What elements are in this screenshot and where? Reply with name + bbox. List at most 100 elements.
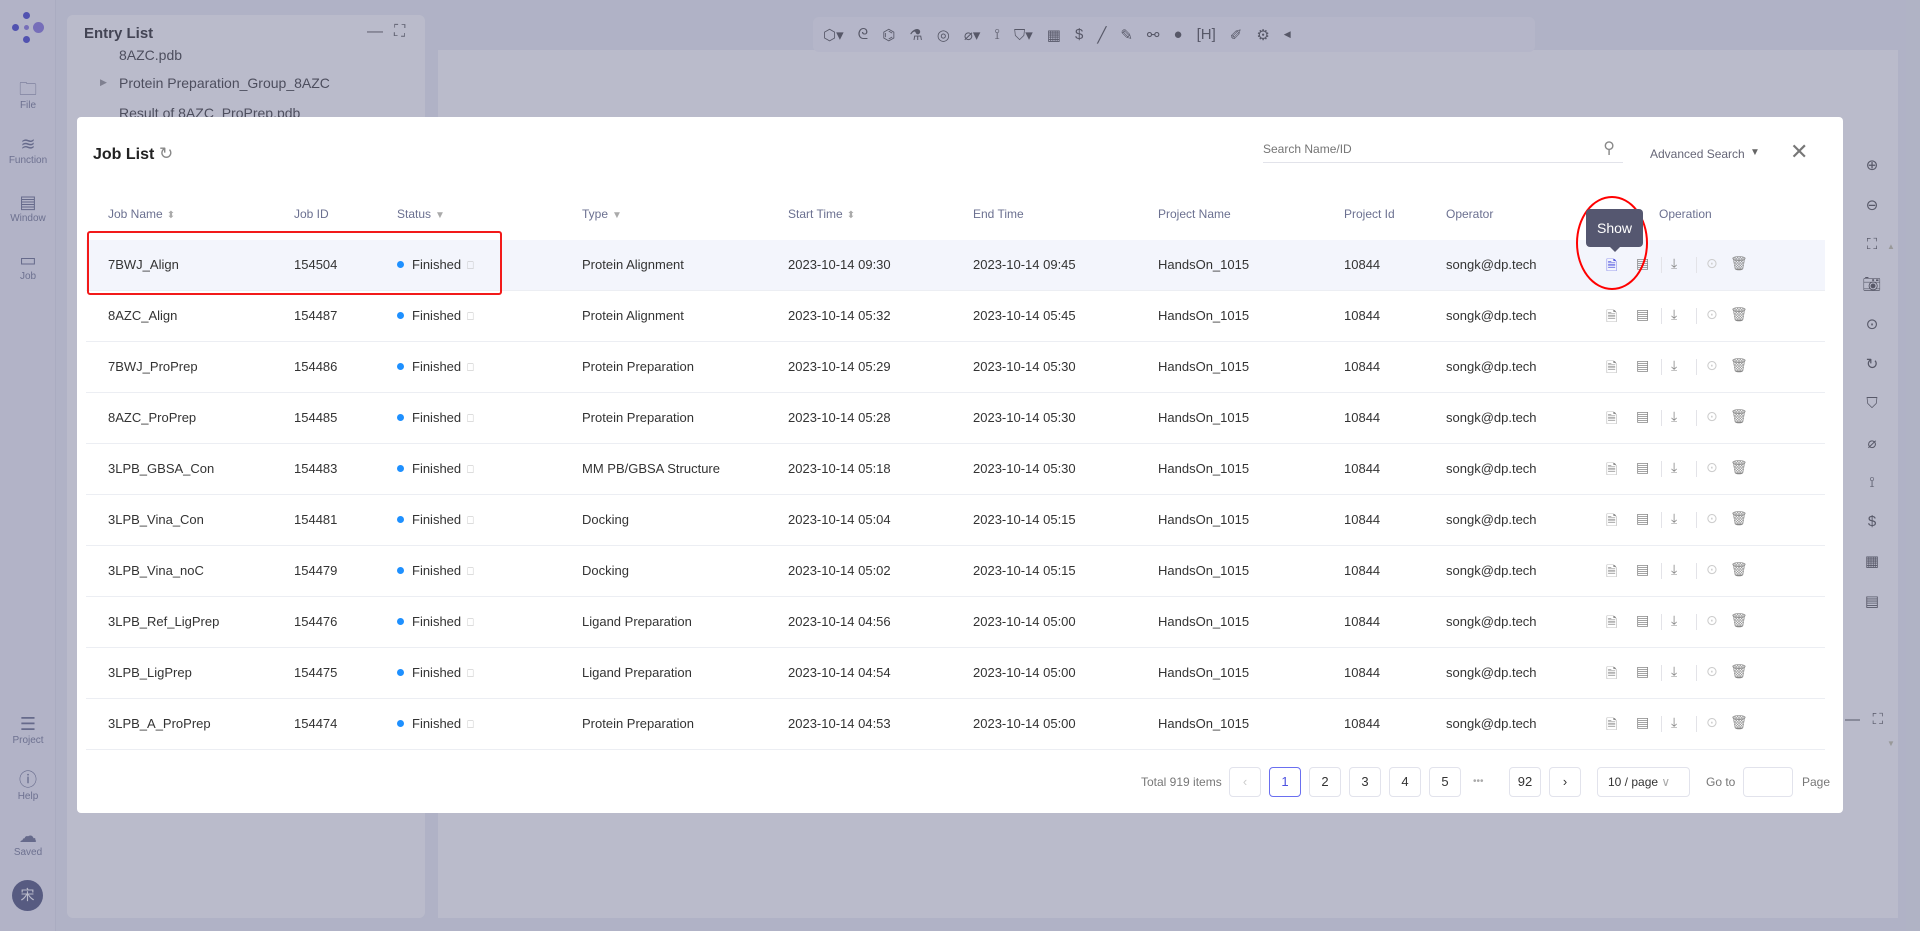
delete-icon[interactable]: 🗑︎: [1730, 357, 1748, 374]
page-button[interactable]: 2: [1309, 767, 1341, 797]
status-badge: Finished: [412, 563, 462, 578]
table-row[interactable]: 3LPB_Ref_LigPrep 154476 Finished ⎕ Ligand Pr…: [86, 597, 1825, 648]
table-row[interactable]: 8AZC_Align 154487 Finished ⎕ Protein Alignme…: [86, 291, 1825, 342]
delete-icon[interactable]: 🗑︎: [1730, 408, 1748, 425]
table-row[interactable]: 3LPB_A_ProPrep 154474 Finished ⎕ Protein Pre…: [86, 699, 1825, 750]
show-result-icon[interactable]: 🗎: [1606, 612, 1617, 636]
search-input[interactable]: [1263, 137, 1583, 156]
table-row[interactable]: 3LPB_Vina_Con 154481 Finished ⎕ Docking 2023-…: [86, 495, 1825, 546]
delete-icon[interactable]: 🗑︎: [1730, 663, 1748, 680]
show-result-icon[interactable]: 🗎: [1606, 459, 1617, 483]
show-result-icon[interactable]: 🗎: [1606, 663, 1617, 687]
log-icon[interactable]: ⎕: [467, 515, 474, 527]
page-button[interactable]: 92: [1509, 767, 1541, 797]
stop-icon[interactable]: ⊙: [1706, 663, 1718, 680]
cell: 7BWJ_ProPrep: [108, 359, 198, 374]
table-row[interactable]: 7BWJ_ProPrep 154486 Finished ⎕ Protein Prepa…: [86, 342, 1825, 393]
status-dot: [397, 363, 404, 371]
log-icon[interactable]: ⎕: [467, 668, 474, 680]
log-icon[interactable]: ⎕: [467, 464, 474, 476]
log-file-icon[interactable]: ▤: [1636, 357, 1649, 374]
page-button[interactable]: 5: [1429, 767, 1461, 797]
advanced-search-button[interactable]: Advanced Search: [1650, 147, 1745, 161]
log-file-icon[interactable]: ▤: [1636, 459, 1649, 476]
log-file-icon[interactable]: ▤: [1636, 510, 1649, 527]
download-icon[interactable]: ⤓: [1671, 561, 1677, 578]
page-button[interactable]: 4: [1389, 767, 1421, 797]
log-file-icon[interactable]: ▤: [1636, 714, 1649, 731]
ellipsis[interactable]: •••: [1473, 767, 1484, 797]
page-size-select[interactable]: 10 / page ∨: [1597, 767, 1690, 797]
log-file-icon[interactable]: ▤: [1636, 408, 1649, 425]
stop-icon[interactable]: ⊙: [1706, 357, 1718, 374]
stop-icon[interactable]: ⊙: [1706, 714, 1718, 731]
sort-icon[interactable]: ⬍: [167, 210, 175, 221]
stop-icon[interactable]: ⊙: [1706, 612, 1718, 629]
page-button[interactable]: 1: [1269, 767, 1301, 797]
cell: 2023-10-14 05:29: [788, 359, 891, 374]
column-header: Job ID: [294, 207, 329, 221]
log-file-icon[interactable]: ▤: [1636, 663, 1649, 680]
table-row[interactable]: 3LPB_LigPrep 154475 Finished ⎕ Ligand Prepar…: [86, 648, 1825, 699]
next-page-button[interactable]: ›: [1549, 767, 1581, 797]
stop-icon[interactable]: ⊙: [1706, 306, 1718, 323]
cell: 3LPB_GBSA_Con: [108, 461, 215, 476]
stop-icon[interactable]: ⊙: [1706, 510, 1718, 527]
filter-icon[interactable]: ▼: [612, 210, 622, 221]
log-file-icon[interactable]: ▤: [1636, 612, 1649, 629]
stop-icon[interactable]: ⊙: [1706, 408, 1718, 425]
table-row[interactable]: 3LPB_GBSA_Con 154483 Finished ⎕ MM PB/GBSA S…: [86, 444, 1825, 495]
stop-icon[interactable]: ⊙: [1706, 255, 1718, 272]
search-icon[interactable]: ⚲: [1603, 138, 1615, 158]
table-scrollbar[interactable]: ▲ ▼: [1885, 240, 1897, 750]
log-file-icon[interactable]: ▤: [1636, 561, 1649, 578]
stop-icon[interactable]: ⊙: [1706, 459, 1718, 476]
table-row[interactable]: 3LPB_Vina_noC 154479 Finished ⎕ Docking 2023-…: [86, 546, 1825, 597]
prev-page-button[interactable]: ‹: [1229, 767, 1261, 797]
cell: Protein Alignment: [582, 308, 684, 323]
show-result-icon[interactable]: 🗎: [1606, 714, 1617, 738]
delete-icon[interactable]: 🗑︎: [1730, 714, 1748, 731]
column-header[interactable]: Status ▼: [397, 207, 445, 221]
show-result-icon[interactable]: 🗎: [1606, 306, 1617, 330]
refresh-icon[interactable]: ↻: [159, 144, 173, 164]
delete-icon[interactable]: 🗑︎: [1730, 510, 1748, 527]
download-icon[interactable]: ⤓: [1671, 255, 1677, 272]
log-icon[interactable]: ⎕: [467, 362, 474, 374]
sort-icon[interactable]: ⬍: [847, 210, 855, 221]
caret-down-icon[interactable]: ▼: [1750, 147, 1760, 158]
stop-icon[interactable]: ⊙: [1706, 561, 1718, 578]
download-icon[interactable]: ⤓: [1671, 612, 1677, 629]
log-icon[interactable]: ⎕: [467, 566, 474, 578]
delete-icon[interactable]: 🗑︎: [1730, 561, 1748, 578]
delete-icon[interactable]: 🗑︎: [1730, 612, 1748, 629]
table-row[interactable]: 8AZC_ProPrep 154485 Finished ⎕ Protein Prepa…: [86, 393, 1825, 444]
download-icon[interactable]: ⤓: [1671, 663, 1677, 680]
cell: 154485: [294, 410, 338, 425]
show-result-icon[interactable]: 🗎: [1606, 510, 1617, 534]
log-icon[interactable]: ⎕: [467, 413, 474, 425]
download-icon[interactable]: ⤓: [1671, 357, 1677, 374]
show-result-icon[interactable]: 🗎: [1606, 561, 1617, 585]
goto-page-input[interactable]: [1743, 767, 1793, 797]
page-button[interactable]: 3: [1349, 767, 1381, 797]
delete-icon[interactable]: 🗑︎: [1730, 459, 1748, 476]
show-result-icon[interactable]: 🗎: [1606, 357, 1617, 381]
show-result-icon[interactable]: 🗎: [1606, 408, 1617, 432]
filter-icon[interactable]: ▼: [435, 210, 445, 221]
download-icon[interactable]: ⤓: [1671, 714, 1677, 731]
column-header[interactable]: Job Name ⬍: [108, 207, 175, 221]
download-icon[interactable]: ⤓: [1671, 306, 1677, 323]
log-file-icon[interactable]: ▤: [1636, 306, 1649, 323]
close-icon[interactable]: ✕: [1790, 139, 1808, 165]
log-icon[interactable]: ⎕: [467, 719, 474, 731]
download-icon[interactable]: ⤓: [1671, 459, 1677, 476]
delete-icon[interactable]: 🗑︎: [1730, 255, 1748, 272]
log-icon[interactable]: ⎕: [467, 311, 474, 323]
download-icon[interactable]: ⤓: [1671, 510, 1677, 527]
download-icon[interactable]: ⤓: [1671, 408, 1677, 425]
log-icon[interactable]: ⎕: [467, 617, 474, 629]
column-header[interactable]: Type ▼: [582, 207, 622, 221]
delete-icon[interactable]: 🗑︎: [1730, 306, 1748, 323]
column-header[interactable]: Start Time ⬍: [788, 207, 855, 221]
